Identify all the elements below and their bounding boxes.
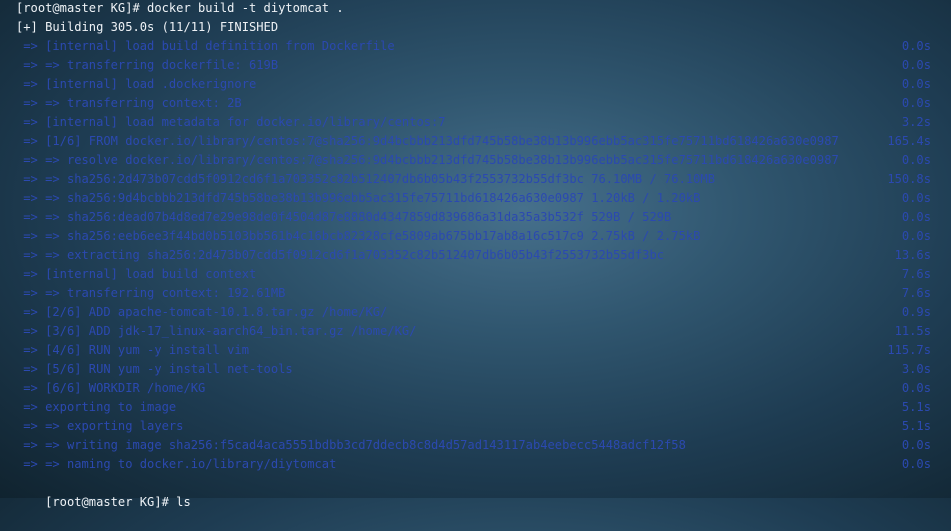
build-step-time: 0.0s [901, 381, 931, 395]
build-step-line: => [internal] load build context [16, 267, 257, 281]
command-line-build: [root@master KG]# docker build -t diytom… [16, 1, 344, 15]
build-step-line: => => sha256:dead07b4d8ed7e29e98de0f4504… [16, 210, 672, 224]
build-step-time: 0.0s [901, 77, 931, 91]
build-step-time: 0.9s [901, 305, 931, 319]
build-step-line: => => naming to docker.io/library/diytom… [16, 457, 337, 471]
command-line-ls[interactable]: [root@master KG]# ls [16, 474, 199, 509]
build-step-line: => => resolve docker.io/library/centos:7… [16, 153, 839, 167]
build-step-line: => [internal] load metadata for docker.i… [16, 115, 446, 129]
build-step-time: 13.6s [894, 248, 931, 262]
text-cursor [192, 494, 199, 508]
build-status-header: [+] Building 305.0s (11/11) FINISHED [16, 20, 279, 34]
build-step-line: => [internal] load .dockerignore [16, 77, 257, 91]
build-step-time: 0.0s [901, 438, 931, 452]
build-step-time: 5.1s [901, 400, 931, 414]
build-step-line: => => transferring dockerfile: 619B [16, 58, 279, 72]
build-step-line: => => exporting layers [16, 419, 184, 433]
build-step-time: 3.0s [901, 362, 931, 376]
build-step-line: => => sha256:eeb6ee3f44bd0b5103bb561b4c1… [16, 229, 701, 243]
build-step-time: 0.0s [901, 210, 931, 224]
build-step-time: 7.6s [901, 267, 931, 281]
build-step-line: => => writing image sha256:f5cad4aca5551… [16, 438, 686, 452]
build-step-line: => [1/6] FROM docker.io/library/centos:7… [16, 134, 839, 148]
build-step-line: => => sha256:2d473b07cdd5f0912cd6f1a7033… [16, 172, 715, 186]
build-step-time: 0.0s [901, 457, 931, 471]
build-step-line: => [5/6] RUN yum -y install net-tools [16, 362, 293, 376]
build-step-time: 0.0s [901, 229, 931, 243]
build-step-time: 0.0s [901, 96, 931, 110]
build-step-time: 115.7s [887, 343, 931, 357]
build-step-line: => => transferring context: 2B [16, 96, 242, 110]
build-step-time: 150.8s [887, 172, 931, 186]
build-step-time: 5.1s [901, 419, 931, 433]
build-step-time: 0.0s [901, 58, 931, 72]
build-step-time: 3.2s [901, 115, 931, 129]
terminal-window[interactable]: [root@master KG]# docker build -t diytom… [0, 0, 951, 509]
build-step-line: => => transferring context: 192.61MB [16, 286, 286, 300]
build-step-time: 0.0s [901, 39, 931, 53]
build-step-line: => exporting to image [16, 400, 177, 414]
build-step-line: => [3/6] ADD jdk-17_linux-aarch64_bin.ta… [16, 324, 417, 338]
command-prompt-text: [root@master KG]# ls [45, 495, 191, 509]
build-step-time: 0.0s [901, 191, 931, 205]
build-step-time: 0.0s [901, 153, 931, 167]
build-step-line: => => sha256:9d4bcbbb213dfd745b58be38b13… [16, 191, 701, 205]
build-step-line: => [6/6] WORKDIR /home/KG [16, 381, 206, 395]
build-step-line: => [2/6] ADD apache-tomcat-10.1.8.tar.gz… [16, 305, 388, 319]
build-step-line: => [internal] load build definition from… [16, 39, 395, 53]
build-step-line: => => extracting sha256:2d473b07cdd5f091… [16, 248, 665, 262]
build-step-line: => [4/6] RUN yum -y install vim [16, 343, 249, 357]
build-step-time: 11.5s [894, 324, 931, 338]
build-step-time: 7.6s [901, 286, 931, 300]
build-step-time: 165.4s [887, 134, 931, 148]
